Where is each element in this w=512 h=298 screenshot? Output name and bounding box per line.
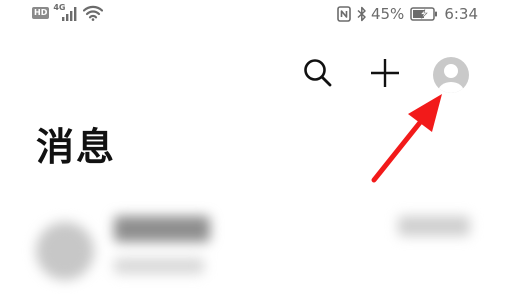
- wifi-icon: [83, 5, 104, 21]
- status-left-group: HD 4G: [32, 3, 104, 21]
- bluetooth-icon: [357, 6, 366, 22]
- cellular-signal-icon: 4G: [53, 3, 77, 21]
- plus-icon: [371, 59, 399, 87]
- profile-avatar-button[interactable]: [432, 56, 470, 94]
- top-toolbar: [0, 54, 512, 94]
- search-icon: [304, 59, 332, 87]
- signal-bars-icon: [62, 7, 77, 21]
- conversation-preview-blurred: [114, 258, 204, 274]
- conversation-time-blurred: [398, 216, 470, 236]
- status-bar: HD 4G 45% 6:34: [0, 0, 512, 28]
- conversation-avatar: [36, 222, 94, 280]
- nfc-icon: [337, 6, 351, 22]
- conversation-list-item[interactable]: [0, 204, 512, 298]
- hd-icon: HD: [32, 7, 50, 19]
- battery-charging-icon: [410, 7, 438, 21]
- search-button[interactable]: [301, 56, 335, 90]
- add-button[interactable]: [368, 56, 402, 90]
- avatar-icon: [433, 57, 469, 93]
- annotation-arrow: [371, 94, 442, 183]
- page-title: 消息: [36, 125, 117, 169]
- status-right-group: 45% 6:34: [337, 5, 478, 23]
- battery-percent: 45%: [370, 5, 405, 23]
- conversation-name-blurred: [114, 216, 210, 242]
- clock: 6:34: [444, 5, 478, 23]
